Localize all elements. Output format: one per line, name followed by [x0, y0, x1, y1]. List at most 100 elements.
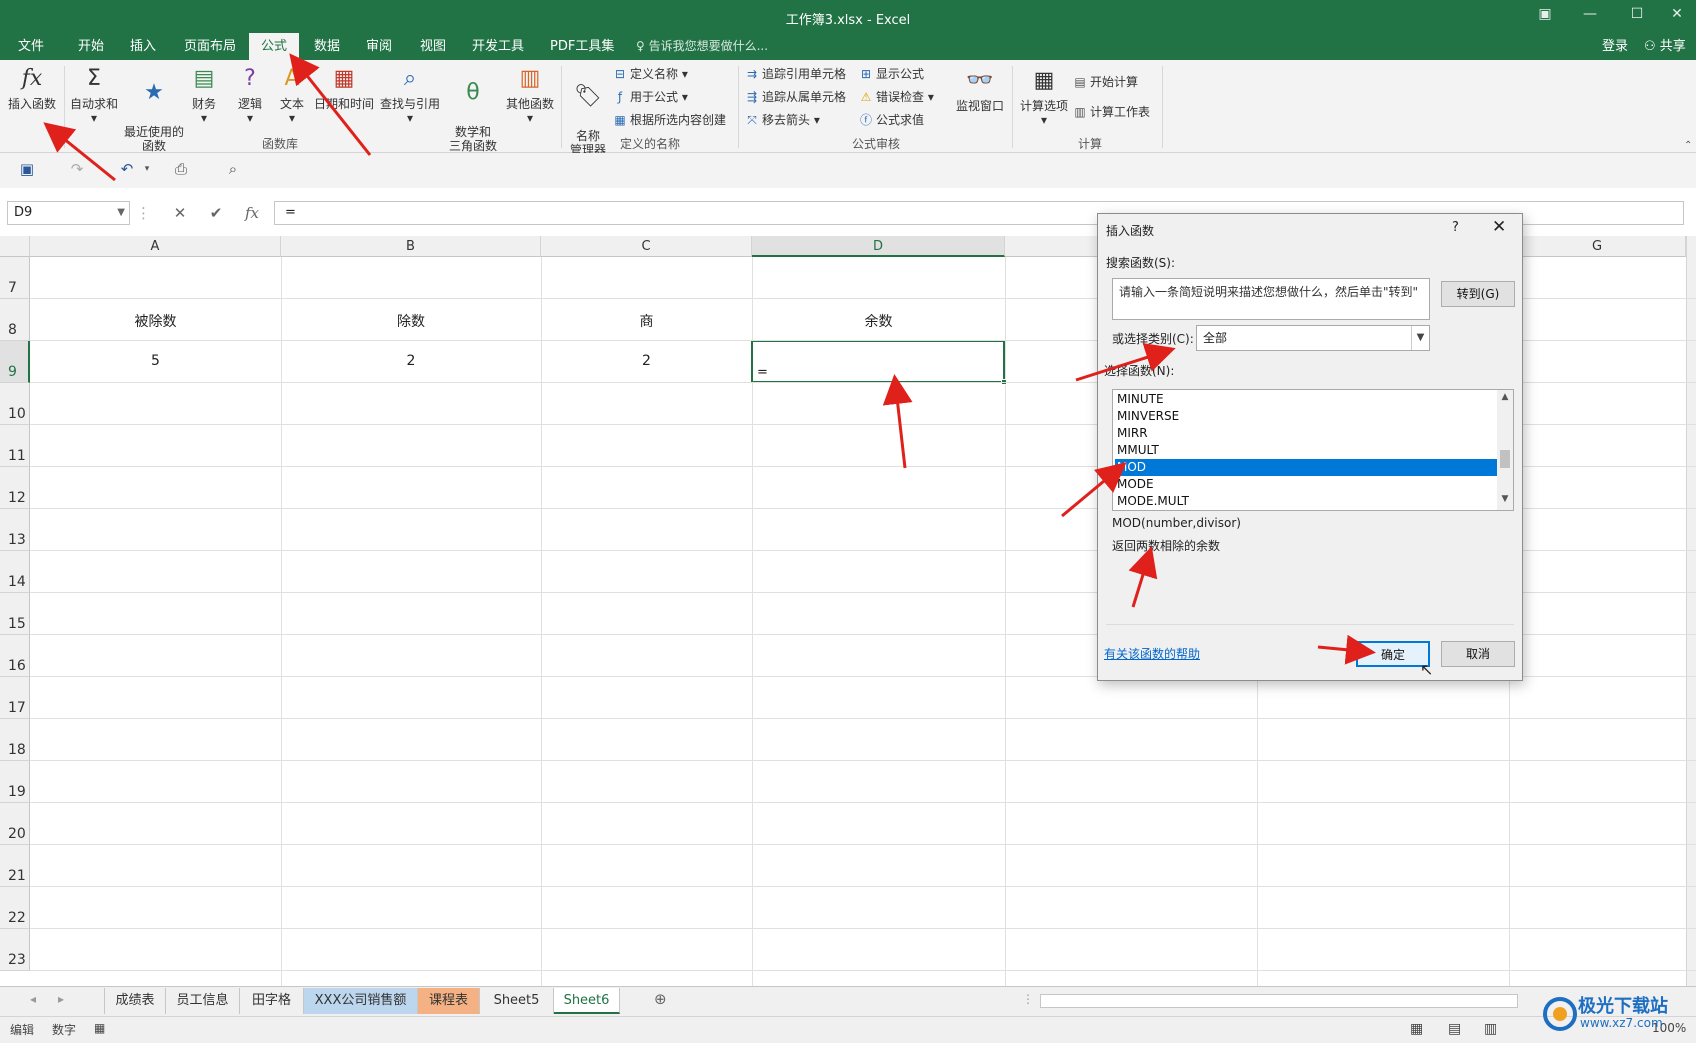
- tab-home[interactable]: 开始: [66, 33, 116, 60]
- tab-page-layout[interactable]: 页面布局: [172, 33, 248, 60]
- row-header[interactable]: 18: [0, 719, 30, 761]
- more-functions-button[interactable]: ▥ 其他函数 ▾: [502, 64, 558, 125]
- normal-view-icon[interactable]: ▦: [1410, 1021, 1423, 1037]
- confirm-entry-icon[interactable]: ✔: [202, 201, 230, 225]
- sheet-tab-employees[interactable]: 员工信息: [166, 988, 240, 1014]
- dialog-help-button[interactable]: ?: [1452, 220, 1459, 235]
- row-header[interactable]: 9: [0, 341, 30, 383]
- redo-icon[interactable]: ↷: [66, 160, 88, 180]
- column-header-c[interactable]: C: [541, 236, 752, 257]
- list-item-mmult[interactable]: MMULT: [1115, 442, 1497, 459]
- cancel-button[interactable]: 取消: [1441, 641, 1515, 667]
- select-all-corner[interactable]: [0, 236, 30, 257]
- financial-button[interactable]: ▤ 财务 ▾: [180, 64, 228, 125]
- save-icon[interactable]: ▣: [16, 160, 38, 180]
- error-checking-button[interactable]: ⚠ 错误检查 ▾: [858, 87, 934, 107]
- cell-c9[interactable]: 2: [541, 353, 752, 369]
- search-function-input[interactable]: 请输入一条简短说明来描述您想做什么，然后单击"转到": [1112, 278, 1430, 320]
- scroll-thumb[interactable]: [1500, 450, 1510, 468]
- tell-me-search[interactable]: ♀ 告诉我您想要做什么...: [636, 33, 768, 60]
- tab-formulas[interactable]: 公式: [249, 33, 300, 60]
- next-sheet-icon[interactable]: ▸: [58, 992, 64, 1006]
- tab-file[interactable]: 文件: [6, 33, 56, 60]
- show-formulas-button[interactable]: ⊞ 显示公式: [858, 64, 924, 84]
- goto-button[interactable]: 转到(G): [1441, 281, 1515, 307]
- chevron-down-icon[interactable]: ▼: [1411, 326, 1429, 350]
- trace-dependents-button[interactable]: ⇶ 追踪从属单元格: [744, 87, 846, 107]
- sheet-tab-sheet6[interactable]: Sheet6: [554, 988, 620, 1014]
- cell-d8[interactable]: 余数: [752, 311, 1005, 331]
- vertical-scrollbar[interactable]: [1686, 236, 1696, 986]
- row-header[interactable]: 15: [0, 593, 30, 635]
- insert-function-icon[interactable]: fx: [238, 201, 266, 225]
- undo-icon[interactable]: ↶: [116, 160, 138, 180]
- sheet-tab-schedule[interactable]: 课程表: [418, 988, 480, 1014]
- tab-pdf-tools[interactable]: PDF工具集: [538, 33, 626, 60]
- sheet-tab-sales[interactable]: XXX公司销售额: [304, 988, 418, 1014]
- evaluate-formula-button[interactable]: ⓕ 公式求值: [858, 110, 924, 130]
- login-link[interactable]: 登录: [1602, 33, 1628, 60]
- row-header[interactable]: 22: [0, 887, 30, 929]
- list-item-mirr[interactable]: MIRR: [1115, 425, 1497, 442]
- row-header[interactable]: 14: [0, 551, 30, 593]
- name-box[interactable]: D9 ▼: [7, 201, 130, 225]
- row-header[interactable]: 21: [0, 845, 30, 887]
- column-header-d[interactable]: D: [752, 236, 1005, 257]
- column-header-a[interactable]: A: [30, 236, 281, 257]
- autosum-button[interactable]: Σ 自动求和 ▾: [66, 64, 122, 125]
- row-header[interactable]: 13: [0, 509, 30, 551]
- tab-insert[interactable]: 插入: [118, 33, 168, 60]
- zoom-preview-icon[interactable]: ⌕: [222, 160, 244, 180]
- row-header[interactable]: 12: [0, 467, 30, 509]
- chevron-down-icon[interactable]: ▼: [117, 202, 125, 224]
- prev-sheet-icon[interactable]: ◂: [30, 992, 36, 1006]
- close-window-button[interactable]: ✕: [1662, 6, 1692, 26]
- sheet-tab-grades[interactable]: 成绩表: [104, 988, 166, 1014]
- insert-function-button[interactable]: fx 插入函数: [4, 64, 60, 111]
- row-header[interactable]: 17: [0, 677, 30, 719]
- print-preview-icon[interactable]: ⎙: [170, 160, 192, 180]
- share-button[interactable]: ⚇ 共享: [1644, 33, 1686, 60]
- function-list-scrollbar[interactable]: ▲ ▼: [1497, 390, 1513, 510]
- list-item-mode[interactable]: MODE: [1115, 476, 1497, 493]
- cell-b9[interactable]: 2: [281, 353, 541, 369]
- cell-a8[interactable]: 被除数: [30, 311, 281, 331]
- scroll-up-icon[interactable]: ▲: [1497, 392, 1513, 402]
- watch-window-button[interactable]: 👓 监视窗口: [952, 66, 1008, 113]
- function-help-link[interactable]: 有关该函数的帮助: [1104, 645, 1200, 662]
- category-select[interactable]: 全部 ▼: [1196, 325, 1430, 351]
- macro-record-icon[interactable]: ▦: [94, 1021, 105, 1035]
- page-layout-view-icon[interactable]: ▤: [1448, 1021, 1461, 1037]
- trace-precedents-button[interactable]: ⇉ 追踪引用单元格: [744, 64, 846, 84]
- row-header[interactable]: 19: [0, 761, 30, 803]
- recently-used-button[interactable]: ★ 最近使用的 函数: [122, 64, 186, 153]
- minimize-button[interactable]: —: [1575, 6, 1605, 26]
- math-trig-button[interactable]: θ 数学和 三角函数: [442, 64, 504, 153]
- row-header[interactable]: 16: [0, 635, 30, 677]
- page-break-view-icon[interactable]: ▥: [1484, 1021, 1497, 1037]
- row-header[interactable]: 23: [0, 929, 30, 971]
- calculate-now-button[interactable]: ▤ 开始计算: [1072, 72, 1138, 92]
- sheet-tab-grid[interactable]: 田字格: [240, 988, 304, 1014]
- cancel-entry-icon[interactable]: ✕: [166, 201, 194, 225]
- lookup-reference-button[interactable]: ⌕ 查找与引用 ▾: [377, 64, 443, 125]
- ok-button[interactable]: 确定: [1356, 641, 1430, 667]
- text-button[interactable]: A 文本 ▾: [268, 64, 316, 125]
- column-header-g[interactable]: G: [1509, 236, 1686, 257]
- column-header-b[interactable]: B: [281, 236, 541, 257]
- list-item-minute[interactable]: MINUTE: [1115, 391, 1497, 408]
- sheet-tab-sheet5[interactable]: Sheet5: [480, 988, 554, 1014]
- list-item-mod-selected[interactable]: MOD: [1115, 459, 1497, 476]
- tab-view[interactable]: 视图: [408, 33, 458, 60]
- row-header[interactable]: 8: [0, 299, 30, 341]
- cell-b8[interactable]: 除数: [281, 311, 541, 331]
- row-header[interactable]: 11: [0, 425, 30, 467]
- ribbon-display-icon[interactable]: ▣: [1530, 6, 1560, 26]
- undo-dropdown-icon[interactable]: ▾: [136, 164, 158, 184]
- calculate-sheet-button[interactable]: ▥ 计算工作表: [1072, 102, 1150, 122]
- row-header[interactable]: 10: [0, 383, 30, 425]
- dialog-close-icon[interactable]: ✕: [1492, 217, 1506, 237]
- logical-button[interactable]: ? 逻辑 ▾: [226, 64, 274, 125]
- add-sheet-icon[interactable]: ⊕: [654, 990, 667, 1008]
- list-item-mode-mult[interactable]: MODE.MULT: [1115, 493, 1497, 510]
